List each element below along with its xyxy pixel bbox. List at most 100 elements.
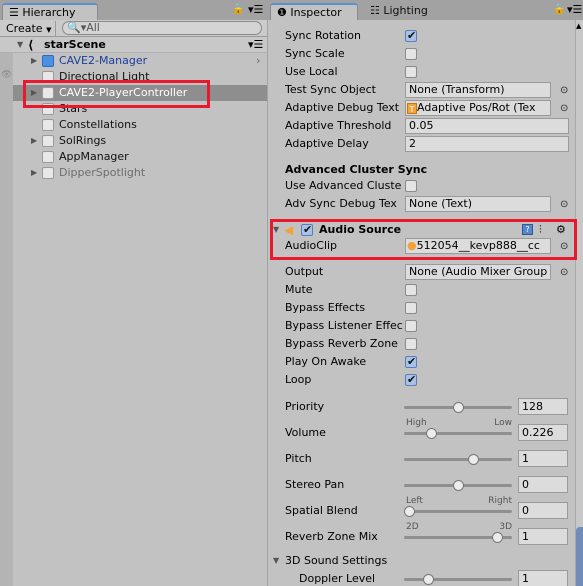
object-picker-icon[interactable]: ⊙ [560, 100, 570, 118]
slider-track[interactable] [404, 480, 512, 491]
hierarchy-item[interactable]: Constellations [0, 117, 267, 133]
slider-track[interactable] [404, 574, 512, 585]
scene-menu-icon[interactable]: ▾☰ [248, 37, 263, 53]
scroll-up-icon[interactable]: ▲ [576, 22, 581, 30]
audio-toggle-row[interactable]: Mute [268, 281, 568, 299]
hierarchy-item-label: AppManager [59, 150, 129, 163]
tab-hierarchy[interactable]: ☰ Hierarchy [2, 3, 98, 20]
hierarchy-tabbar: ☰ Hierarchy 🔒 ▾☰ [0, 0, 267, 20]
property-label: Priority [285, 400, 325, 413]
slider-value-field[interactable]: 0.226 [518, 424, 568, 441]
prefab-cube-icon [42, 55, 54, 67]
slider-track[interactable] [404, 428, 512, 439]
object-field[interactable]: T Adaptive Pos/Rot (Tex [405, 100, 551, 116]
slider-row[interactable]: Spatial Blend 2D 3D 0 [268, 502, 568, 532]
slider-knob[interactable] [453, 480, 464, 491]
slider-value-field[interactable]: 1 [518, 570, 568, 586]
expand-arrow-icon[interactable]: ▶ [31, 53, 41, 69]
hierarchy-search-input[interactable]: 🔍▾All [62, 21, 262, 35]
object-field[interactable]: None (Audio Mixer Group [405, 264, 551, 280]
test-sync-object-row[interactable]: Test Sync Object None (Transform) ⊙ [268, 81, 568, 99]
slider-row[interactable]: Reverb Zone Mix 1 [268, 528, 568, 546]
slider-value-field[interactable]: 0 [518, 502, 568, 519]
foldout-arrow-icon[interactable]: ▼ [273, 552, 279, 570]
sync-toggle-row[interactable]: Sync Scale [268, 45, 568, 63]
audio-toggle-row[interactable]: Loop [268, 371, 568, 389]
checkbox[interactable] [405, 180, 417, 192]
slider-knob[interactable] [492, 532, 503, 543]
inspector-scrollbar[interactable]: ▲ [575, 20, 583, 586]
scene-name: starScene [44, 38, 106, 51]
tab-lighting[interactable]: ☷ Lighting [364, 3, 434, 20]
expand-arrow-icon[interactable]: ▶ [31, 133, 41, 149]
slider-row[interactable]: Priority High Low 128 [268, 398, 568, 428]
sync-toggle-row[interactable]: Sync Rotation [268, 27, 568, 45]
checkbox[interactable] [405, 284, 417, 296]
scene-row[interactable]: ▼ ⟨ starScene ▾☰ [0, 37, 267, 53]
sound-3d-settings-header[interactable]: ▼ 3D Sound Settings [268, 552, 568, 570]
audio-source-highlight-box [270, 219, 577, 260]
slider-value-field[interactable]: 0 [518, 476, 568, 493]
slider-row[interactable]: Volume 0.226 [268, 424, 568, 442]
adv-sync-debug-row[interactable]: Adv Sync Debug Tex None (Text) ⊙ [268, 195, 568, 213]
checkbox[interactable] [405, 48, 417, 60]
panel-menu-icon[interactable]: ▾☰ [567, 3, 582, 16]
slider-track[interactable] [404, 454, 512, 465]
hierarchy-item[interactable]: ▶ CAVE2-Manager › [0, 53, 267, 69]
number-field[interactable]: 0.05 [405, 118, 569, 134]
object-picker-icon[interactable]: ⊙ [560, 82, 570, 100]
hierarchy-item[interactable]: ▶ SolRings [0, 133, 267, 149]
slider-track[interactable] [404, 532, 512, 543]
use-advanced-row[interactable]: Use Advanced Cluste [268, 177, 568, 195]
expand-arrow-icon[interactable]: ▼ [17, 37, 27, 53]
doppler-level-row[interactable]: Doppler Level 1 [268, 570, 568, 586]
expand-arrow-icon[interactable]: ▶ [31, 165, 41, 181]
hierarchy-item[interactable]: ▶ DipperSpotlight [0, 165, 267, 181]
inspector-panel: Sync PositionSync RotationSync ScaleUse … [268, 20, 583, 586]
slider-knob[interactable] [404, 506, 415, 517]
checkbox[interactable] [405, 338, 417, 350]
checkbox[interactable] [405, 66, 417, 78]
slider-knob[interactable] [426, 428, 437, 439]
checkbox[interactable] [405, 371, 417, 389]
slider-value-field[interactable]: 1 [518, 450, 568, 467]
audio-toggle-row[interactable]: Play On Awake [268, 353, 568, 371]
slider-row[interactable]: Stereo Pan Left Right 0 [268, 476, 568, 506]
hierarchy-toolbar: Create ▼ 🔍▾All [0, 20, 267, 37]
slider-value-field[interactable]: 1 [518, 528, 568, 545]
open-prefab-arrow-icon[interactable]: › [256, 53, 260, 69]
tab-inspector[interactable]: ❶ Inspector [270, 3, 358, 20]
sync-toggle-row[interactable]: Use Local [268, 63, 568, 81]
checkbox[interactable] [405, 320, 417, 332]
object-field[interactable]: None (Transform) [405, 82, 551, 98]
checkbox[interactable] [405, 27, 417, 45]
slider-knob[interactable] [453, 402, 464, 413]
lock-icon[interactable]: 🔒 [232, 4, 244, 15]
lock-icon[interactable]: 🔒 [553, 4, 565, 15]
slider-track[interactable] [404, 506, 512, 517]
object-picker-icon[interactable]: ⊙ [560, 196, 570, 214]
number-field[interactable]: 2 [405, 136, 569, 152]
scrollbar-thumb[interactable] [576, 527, 583, 586]
hierarchy-item[interactable]: AppManager [0, 149, 267, 165]
adaptive-delay-row[interactable]: Adaptive Delay 2 [268, 135, 569, 153]
output-row[interactable]: Output None (Audio Mixer Group ⊙ [268, 263, 568, 281]
audio-toggle-row[interactable]: Bypass Effects [268, 299, 568, 317]
panel-menu-icon[interactable]: ▾☰ [248, 3, 263, 16]
audio-toggle-row[interactable]: Bypass Reverb Zone [268, 335, 568, 353]
slider-knob[interactable] [423, 574, 434, 585]
create-button[interactable]: Create ▼ [2, 21, 57, 36]
checkbox[interactable] [405, 302, 417, 314]
slider-value-field[interactable]: 128 [518, 398, 568, 415]
slider-track[interactable] [404, 402, 512, 413]
highlight-box [23, 80, 210, 108]
checkbox[interactable] [405, 353, 417, 371]
property-label: Spatial Blend [285, 504, 358, 517]
object-field[interactable]: None (Text) [405, 196, 551, 212]
adaptive-debug-text-row[interactable]: Adaptive Debug Text T Adaptive Pos/Rot (Te… [268, 99, 568, 117]
audio-toggle-row[interactable]: Bypass Listener Effec [268, 317, 568, 335]
slider-knob[interactable] [468, 454, 479, 465]
object-picker-icon[interactable]: ⊙ [560, 264, 570, 282]
adaptive-threshold-row[interactable]: Adaptive Threshold 0.05 [268, 117, 569, 135]
slider-row[interactable]: Pitch 1 [268, 450, 568, 468]
